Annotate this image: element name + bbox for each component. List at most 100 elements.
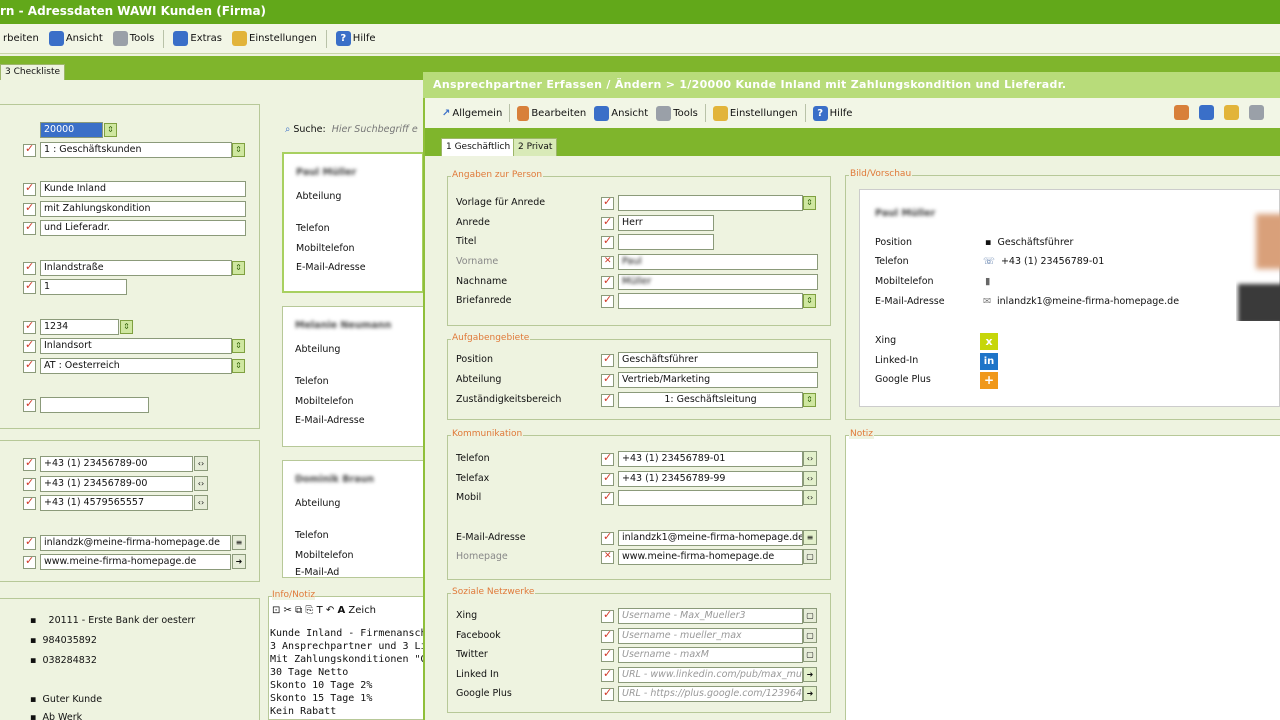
email-field[interactable]: inlandzk1@meine-firma-homepage.de: [618, 530, 803, 546]
dropdown-icon[interactable]: ⇕: [803, 196, 816, 210]
browse-icon[interactable]: ▢: [803, 549, 817, 564]
checkmark-icon: [23, 476, 36, 491]
department-field[interactable]: Vertrieb/Marketing: [618, 372, 818, 388]
calendar-icon[interactable]: [1249, 105, 1264, 120]
bank-item: ▪ 20111 - Erste Bank der oesterr: [30, 615, 196, 626]
googleplus-icon[interactable]: +: [980, 372, 998, 389]
menu-extras[interactable]: Extras: [170, 31, 225, 46]
notes-text[interactable]: Kunde Inland - Firmenanschrift 3 Ansprec…: [270, 627, 424, 718]
contact-card[interactable]: Paul Müller Abteilung Telefon Mobiltelef…: [282, 152, 424, 293]
contact-icon[interactable]: [1224, 105, 1239, 120]
menu-hilfe[interactable]: ? Hilfe: [810, 105, 856, 121]
linkedin-icon[interactable]: in: [980, 353, 998, 370]
browse-icon[interactable]: ▢: [803, 647, 817, 662]
misc-item: ▪ Ab Werk: [30, 712, 83, 720]
responsibility-select[interactable]: 1: Geschäftsleitung: [618, 392, 803, 408]
extra-field[interactable]: [40, 397, 149, 413]
help-icon: ?: [335, 31, 351, 46]
dial-icon[interactable]: ‹›: [803, 471, 817, 486]
city-field[interactable]: Inlandsort: [40, 338, 232, 354]
website-field[interactable]: www.meine-firma-homepage.de: [40, 554, 231, 570]
dropdown-icon[interactable]: ⇕: [232, 339, 245, 353]
dropdown-icon[interactable]: ⇕: [803, 294, 816, 308]
card-icon[interactable]: [1199, 105, 1214, 120]
checkmark-icon: [23, 456, 36, 471]
customer-group-select[interactable]: 1 : Geschäftskunden: [40, 142, 232, 158]
dropdown-icon[interactable]: ⇕: [232, 359, 245, 373]
phone-field[interactable]: +43 (1) 23456789-01: [618, 451, 803, 467]
help-icon: ?: [812, 105, 828, 121]
info-toolbar[interactable]: ⊡ ✂ ⧉ ⎘ T ↶ A Zeich: [272, 605, 376, 616]
menu-allgemein[interactable]: ↗ Allgemein: [439, 108, 505, 119]
country-select[interactable]: AT : Oesterreich: [40, 358, 232, 374]
facebook-field[interactable]: Username - mueller_max: [618, 628, 803, 644]
customer-number-field[interactable]: 20000: [40, 122, 103, 138]
salutation-template-select[interactable]: [618, 195, 803, 211]
dial-icon[interactable]: ‹›: [194, 456, 208, 471]
window-actions: [1174, 105, 1264, 120]
open-link-icon[interactable]: ➜: [232, 554, 246, 569]
menu-ansicht[interactable]: Ansicht: [46, 31, 106, 46]
dropdown-icon[interactable]: ⇕: [232, 261, 245, 275]
xing-icon[interactable]: x: [980, 333, 998, 350]
tab-geschaeftlich[interactable]: 1 Geschäftlich: [441, 138, 516, 156]
contact-name: Dominik Braun: [295, 474, 375, 485]
back-window-titlebar: rn - Adressdaten WAWI Kunden (Firma): [0, 0, 1280, 24]
browse-icon[interactable]: ▢: [803, 608, 817, 623]
phone2-field[interactable]: +43 (1) 23456789-00: [40, 476, 193, 492]
house-number-field[interactable]: 1: [40, 279, 127, 295]
name3-field[interactable]: und Lieferadr.: [40, 220, 246, 236]
phone1-field[interactable]: +43 (1) 23456789-00: [40, 456, 193, 472]
twitter-field[interactable]: Username - maxM: [618, 647, 803, 663]
menu-bearbeiten[interactable]: Bearbeiten: [514, 105, 589, 121]
salutation-field[interactable]: Herr: [618, 215, 714, 231]
dial-icon[interactable]: ‹›: [194, 495, 208, 510]
tab-checkliste[interactable]: 3 Checkliste: [0, 64, 66, 80]
lastname-field[interactable]: Müller: [618, 274, 818, 290]
menu-bearbeiten[interactable]: rbeiten: [0, 33, 42, 44]
linkedin-field[interactable]: URL - www.linkedin.com/pub/max_muell: [618, 667, 803, 683]
phone3-field[interactable]: +43 (1) 4579565557: [40, 495, 193, 511]
email-field[interactable]: inlandzk@meine-firma-homepage.de: [40, 535, 231, 551]
position-field[interactable]: Geschäftsführer: [618, 352, 818, 368]
dropdown-icon[interactable]: ⇕: [120, 320, 133, 334]
tools-icon: [656, 105, 672, 121]
name2-field[interactable]: mit Zahlungskondition: [40, 201, 246, 217]
open-link-icon[interactable]: ➜: [803, 686, 817, 701]
mobile-field[interactable]: [618, 490, 803, 506]
search-bar[interactable]: ⌕ Suche: Hier Suchbegriff e: [285, 124, 418, 135]
firstname-field[interactable]: Paul: [618, 254, 818, 270]
front-window-title: Ansprechpartner Erfassen / Ändern > 1/20…: [433, 78, 1067, 91]
open-link-icon[interactable]: ➜: [803, 667, 817, 682]
zip-field[interactable]: 1234: [40, 319, 119, 335]
briefcase-icon[interactable]: [1174, 105, 1189, 120]
menu-tools[interactable]: Tools: [110, 31, 158, 46]
dropdown-icon[interactable]: ⇕: [232, 143, 245, 157]
customer-number-spinner[interactable]: ⇕: [104, 123, 117, 137]
menu-tools[interactable]: Tools: [653, 105, 701, 121]
street-field[interactable]: Inlandstraße: [40, 260, 232, 276]
googleplus-field[interactable]: URL - https://plus.google.com/1239647: [618, 686, 803, 702]
dial-icon[interactable]: ‹›: [803, 451, 817, 466]
homepage-field[interactable]: www.meine-firma-homepage.de: [618, 549, 803, 565]
menu-einstellungen[interactable]: Einstellungen: [710, 105, 801, 121]
menu-hilfe[interactable]: ? Hilfe: [333, 31, 379, 46]
name1-field[interactable]: Kunde Inland: [40, 181, 246, 197]
fax-field[interactable]: +43 (1) 23456789-99: [618, 471, 803, 487]
xing-field[interactable]: Username - Max_Mueller3: [618, 608, 803, 624]
mail-icon[interactable]: ≡: [232, 535, 246, 550]
dropdown-icon[interactable]: ⇕: [803, 393, 816, 407]
contact-card[interactable]: Melanie Neumann Abteilung Telefon Mobilt…: [282, 306, 424, 447]
contact-card[interactable]: Dominik Braun Abteilung Telefon Mobiltel…: [282, 460, 424, 578]
tab-privat[interactable]: 2 Privat: [513, 138, 558, 156]
note-group[interactable]: Notiz: [845, 429, 1280, 720]
checkmark-icon: [23, 220, 36, 235]
browse-icon[interactable]: ▢: [803, 628, 817, 643]
dial-icon[interactable]: ‹›: [194, 476, 208, 491]
title-field[interactable]: [618, 234, 714, 250]
menu-ansicht[interactable]: Ansicht: [591, 105, 651, 121]
menu-einstellungen[interactable]: Einstellungen: [229, 31, 320, 46]
mail-icon[interactable]: ≡: [803, 530, 817, 545]
dial-icon[interactable]: ‹›: [803, 490, 817, 505]
letter-salutation-select[interactable]: [618, 293, 803, 309]
